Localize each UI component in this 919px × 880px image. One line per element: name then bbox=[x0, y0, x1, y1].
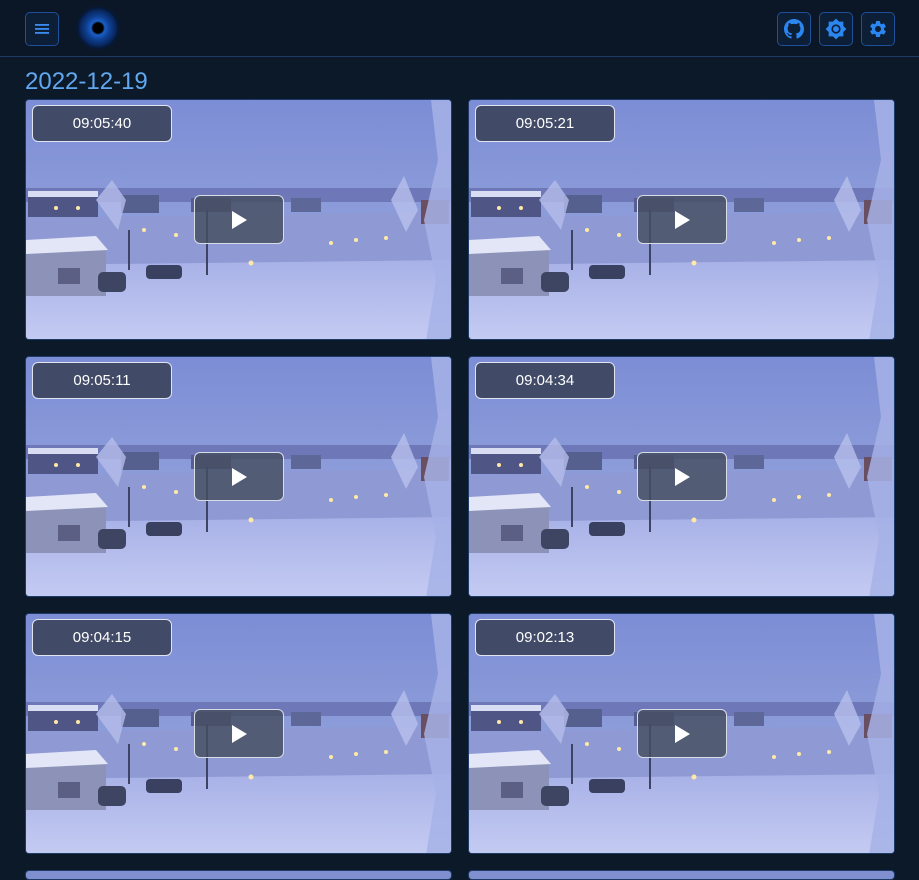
recording-time-badge: 09:04:34 bbox=[475, 362, 615, 399]
play-icon bbox=[232, 210, 247, 229]
github-icon bbox=[784, 19, 804, 39]
play-button[interactable] bbox=[194, 452, 284, 501]
play-button[interactable] bbox=[637, 452, 727, 501]
hamburger-menu-icon bbox=[35, 24, 49, 34]
top-navbar bbox=[0, 0, 919, 57]
play-icon bbox=[675, 210, 690, 229]
play-button[interactable] bbox=[194, 709, 284, 758]
play-button[interactable] bbox=[637, 195, 727, 244]
theme-toggle-button[interactable] bbox=[819, 12, 853, 46]
play-button[interactable] bbox=[194, 195, 284, 244]
recording-card[interactable]: 09:05:21 bbox=[468, 99, 895, 340]
menu-button[interactable] bbox=[25, 12, 59, 46]
recording-card-partial[interactable] bbox=[468, 870, 895, 880]
recording-time-badge: 09:05:11 bbox=[32, 362, 172, 399]
recording-card[interactable]: 09:05:40 bbox=[25, 99, 452, 340]
github-button[interactable] bbox=[777, 12, 811, 46]
recording-card[interactable]: 09:04:34 bbox=[468, 356, 895, 597]
play-icon bbox=[232, 467, 247, 486]
brightness-icon bbox=[825, 18, 847, 40]
play-icon bbox=[232, 724, 247, 743]
recording-time-badge: 09:05:40 bbox=[32, 105, 172, 142]
recording-card[interactable]: 09:05:11 bbox=[25, 356, 452, 597]
eye-logo[interactable] bbox=[77, 7, 119, 49]
date-heading: 2022-12-19 bbox=[25, 68, 148, 95]
recording-time-badge: 09:02:13 bbox=[475, 619, 615, 656]
recording-card[interactable]: 09:02:13 bbox=[468, 613, 895, 854]
recording-time-badge: 09:04:15 bbox=[32, 619, 172, 656]
recording-card[interactable]: 09:04:15 bbox=[25, 613, 452, 854]
play-button[interactable] bbox=[637, 709, 727, 758]
play-icon bbox=[675, 724, 690, 743]
recording-time-badge: 09:05:21 bbox=[475, 105, 615, 142]
recording-card-partial[interactable] bbox=[25, 870, 452, 880]
gear-icon bbox=[870, 20, 886, 37]
settings-button[interactable] bbox=[861, 12, 895, 46]
play-icon bbox=[675, 467, 690, 486]
